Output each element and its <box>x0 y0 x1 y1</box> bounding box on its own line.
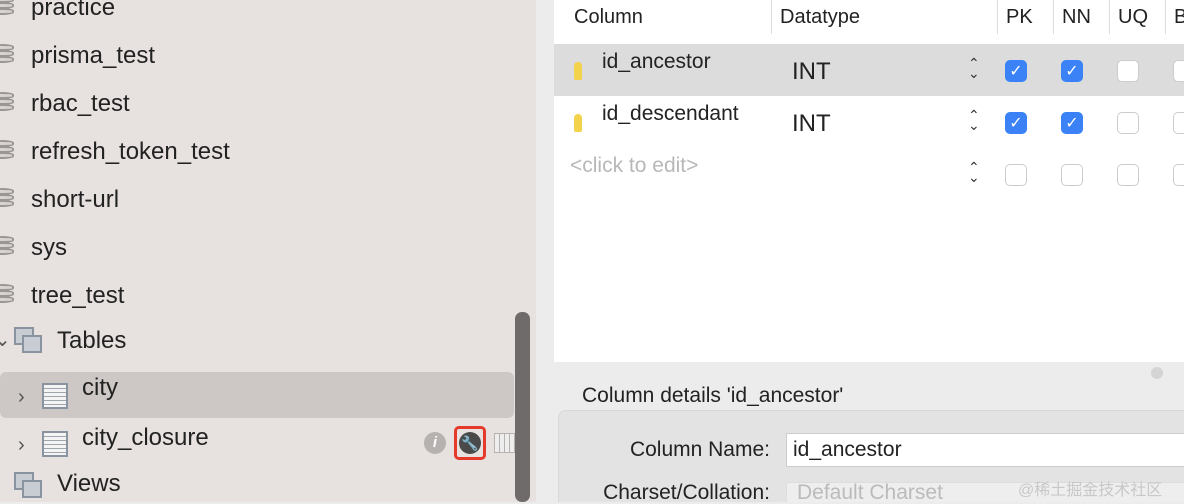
header-uq[interactable]: UQ <box>1110 0 1166 34</box>
uq-checkbox[interactable] <box>1117 60 1139 82</box>
database-icon <box>0 284 14 308</box>
b-checkbox[interactable] <box>1173 112 1184 134</box>
column-name-input[interactable]: id_ancestor <box>786 433 1184 467</box>
schema-sidebar: practice prisma_test rbac_test refresh_toke… <box>0 0 536 502</box>
primary-key-icon <box>574 114 582 132</box>
header-b[interactable]: B <box>1166 0 1184 34</box>
columns-table: Column Datatype PK NN UQ B id_ancestor IN… <box>554 0 1184 362</box>
primary-key-icon <box>574 62 582 80</box>
info-icon[interactable]: i <box>424 432 446 454</box>
database-icon <box>0 188 14 212</box>
table-icon <box>42 431 68 457</box>
table-row[interactable]: id_ancestor INT ⌃ ⌄ ✓ ✓ <box>554 44 1184 96</box>
header-nn[interactable]: NN <box>1054 0 1110 34</box>
watermark: @稀土掘金技术社区 <box>1018 482 1163 499</box>
nn-checkbox[interactable] <box>1061 164 1083 186</box>
table-item-city-closure[interactable]: › city_closure i 🔧 <box>0 420 516 468</box>
column-details-title: Column details 'id_ancestor' <box>582 384 844 407</box>
pk-checkbox[interactable] <box>1005 164 1027 186</box>
database-item[interactable]: practice <box>0 0 514 32</box>
chevron-right-icon: › <box>18 434 25 456</box>
chevron-right-icon: › <box>18 386 25 408</box>
chevron-down-icon: ⌄ <box>0 329 11 351</box>
table-data-icon[interactable] <box>494 433 516 453</box>
table-icon <box>42 383 68 409</box>
updown-icon[interactable]: ⌃ ⌄ <box>968 56 980 80</box>
header-pk[interactable]: PK <box>998 0 1054 34</box>
b-checkbox[interactable] <box>1173 60 1184 82</box>
b-checkbox[interactable] <box>1173 164 1184 186</box>
header-column[interactable]: Column <box>566 0 772 34</box>
database-item[interactable]: tree_test <box>0 272 514 320</box>
table-row[interactable]: id_descendant INT ⌃ ⌄ ✓ ✓ <box>554 96 1184 148</box>
database-icon <box>0 0 14 20</box>
uq-checkbox[interactable] <box>1117 164 1139 186</box>
wrench-icon[interactable]: 🔧 <box>454 426 486 460</box>
click-to-edit[interactable]: <click to edit> <box>570 154 698 178</box>
database-icon <box>0 236 14 260</box>
database-item[interactable]: rbac_test <box>0 80 514 128</box>
database-item[interactable]: sys <box>0 224 514 272</box>
database-icon <box>0 140 14 164</box>
header-datatype[interactable]: Datatype <box>772 0 998 34</box>
table-item-city[interactable]: › city <box>0 372 514 418</box>
database-icon <box>0 92 14 116</box>
resize-handle[interactable] <box>1151 367 1163 379</box>
tables-group[interactable]: ⌄ Tables <box>0 317 514 365</box>
uq-checkbox[interactable] <box>1117 112 1139 134</box>
new-column-row[interactable]: <click to edit> ⌃ ⌄ <box>554 148 1184 200</box>
updown-icon[interactable]: ⌃ ⌄ <box>968 108 980 132</box>
charset-label: Charset/Collation: <box>603 481 770 504</box>
updown-icon[interactable]: ⌃ ⌄ <box>968 160 980 184</box>
database-icon <box>0 44 14 68</box>
database-item[interactable]: short-url <box>0 176 514 224</box>
nn-checkbox[interactable]: ✓ <box>1061 60 1083 82</box>
sidebar-scrollbar[interactable] <box>515 312 530 502</box>
database-item[interactable]: prisma_test <box>0 32 514 80</box>
views-folder-icon <box>14 472 46 500</box>
tables-folder-icon <box>14 327 46 355</box>
nn-checkbox[interactable]: ✓ <box>1061 112 1083 134</box>
pk-checkbox[interactable]: ✓ <box>1005 60 1027 82</box>
pk-checkbox[interactable]: ✓ <box>1005 112 1027 134</box>
views-group[interactable]: Views <box>0 462 514 502</box>
database-item[interactable]: refresh_token_test <box>0 128 514 176</box>
column-name-label: Column Name: <box>629 438 770 461</box>
